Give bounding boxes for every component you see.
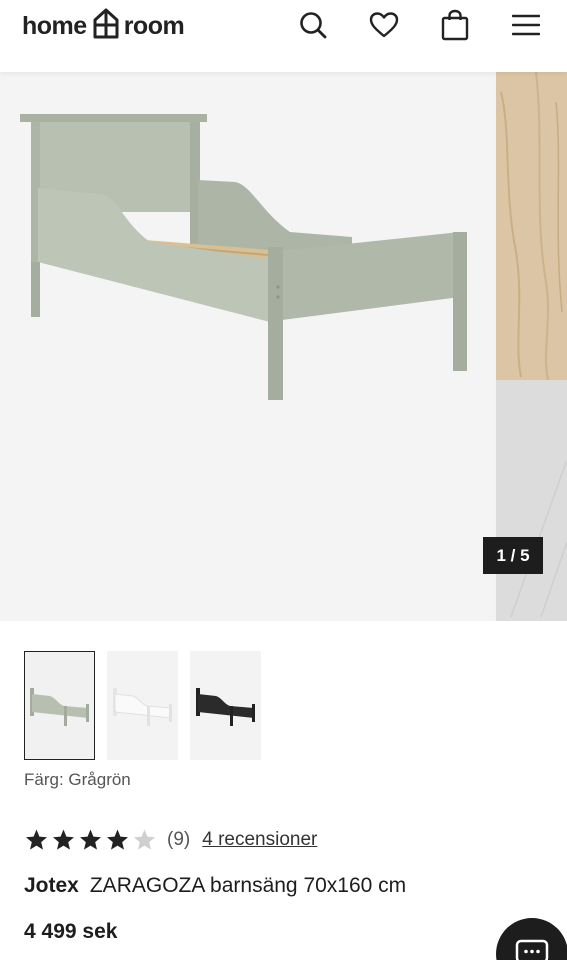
site-header: home room (0, 0, 567, 72)
product-name: ZARAGOZA barnsäng 70x160 cm (89, 874, 407, 897)
bag-icon[interactable] (436, 6, 474, 44)
product-image-gallery[interactable]: 1 / 5 (0, 72, 567, 621)
thumbnail-green-bed[interactable] (24, 651, 95, 760)
reviews-link[interactable]: 4 recensioner (202, 829, 317, 851)
thumbnail-white-bed[interactable] (107, 651, 178, 760)
house-logo-icon (92, 7, 120, 46)
rating-count: (9) (167, 829, 191, 850)
star-filled-icon (80, 829, 101, 850)
heart-icon[interactable] (365, 6, 403, 44)
chat-icon (515, 939, 549, 960)
thumbnail-black-bed[interactable] (190, 651, 261, 760)
thumbnail-strip (24, 651, 261, 760)
color-label: Färg: Grågrön (24, 770, 131, 789)
product-main-image[interactable] (0, 72, 494, 621)
chat-button[interactable] (496, 918, 567, 960)
star-filled-icon (107, 829, 128, 850)
product-brand: Jotex (24, 874, 79, 897)
menu-icon[interactable] (507, 6, 545, 44)
logo-text-room: room (123, 11, 185, 40)
home-room-logo[interactable]: home room (22, 7, 185, 46)
product-title: Jotex ZARAGOZA barnsäng 70x160 cm (24, 874, 406, 898)
star-filled-icon (26, 829, 47, 850)
rating-row: (9) 4 recensioner (24, 826, 317, 854)
star-empty-icon (134, 829, 155, 850)
logo-text-home: home (22, 11, 87, 40)
star-filled-icon (53, 829, 74, 850)
search-icon[interactable] (294, 6, 332, 44)
image-counter: 1 / 5 (483, 537, 543, 574)
star-rating (24, 828, 157, 852)
product-price: 4 499 sek (24, 920, 118, 943)
